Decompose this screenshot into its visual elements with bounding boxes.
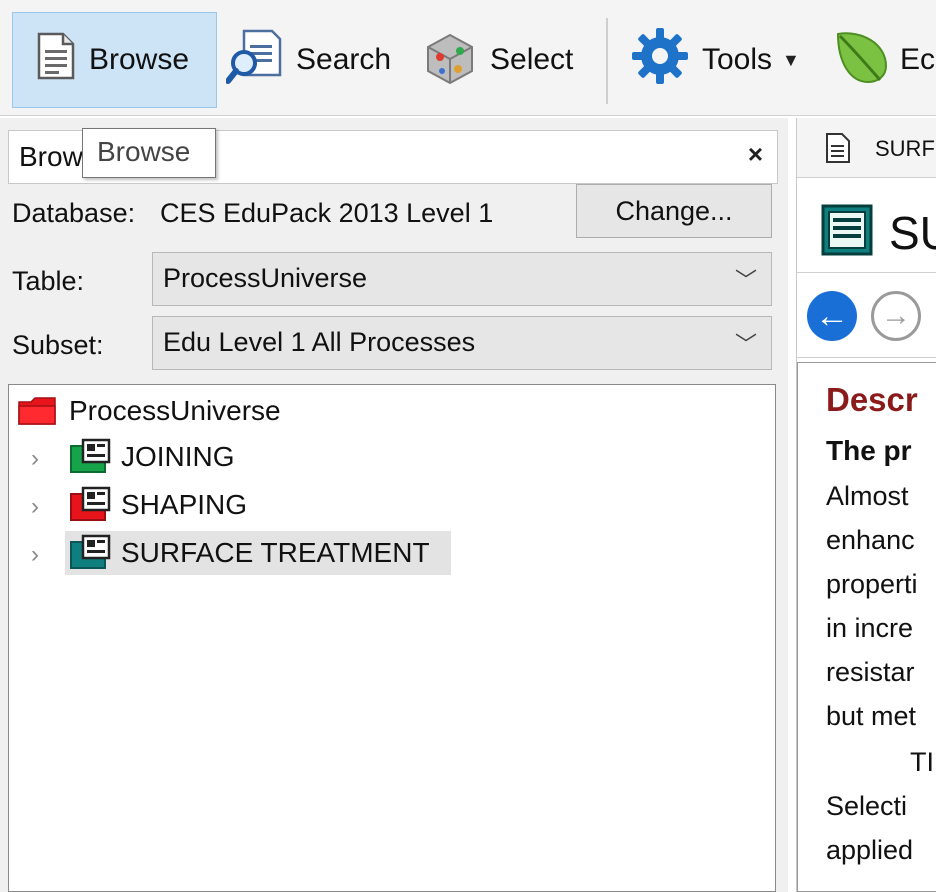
record-sheet-icon: [821, 204, 873, 261]
description-subheading: The pr: [826, 435, 912, 466]
chevron-down-icon: ﹀: [734, 332, 757, 357]
folder-icon: [17, 396, 57, 426]
tools-menu-button[interactable]: Tools ▼: [630, 12, 826, 108]
gear-icon: [630, 26, 690, 94]
expand-arrow-icon[interactable]: ›: [31, 493, 39, 521]
tree-root-processuniverse[interactable]: ProcessUniverse: [17, 389, 281, 433]
subset-select[interactable]: Edu Level 1 All Processes ﹀: [152, 316, 772, 370]
description-line: but met: [826, 701, 917, 731]
close-icon[interactable]: ×: [748, 139, 763, 170]
dropdown-caret-icon: ▼: [782, 49, 800, 70]
record-title: SU: [889, 207, 936, 259]
table-label: Table:: [12, 266, 85, 296]
select-icon: [420, 27, 478, 93]
description-line: Almost: [826, 481, 909, 511]
tree-item-shaping[interactable]: SHAPING: [69, 483, 247, 527]
tree-item-joining[interactable]: JOINING: [69, 435, 235, 479]
description-line: enhanc: [826, 525, 915, 555]
browse-document-icon: [33, 32, 77, 88]
table-select[interactable]: ProcessUniverse ﹀: [152, 252, 772, 306]
datasheet-content: Descr The pr Almost enhanc properti in i…: [797, 362, 936, 892]
browse-label: Browse: [89, 43, 190, 76]
search-icon: [225, 27, 284, 93]
description-line: properti: [826, 569, 918, 599]
eco-label: Ec: [900, 43, 936, 76]
tab-label: SURF: [875, 136, 935, 161]
select-button[interactable]: Select: [420, 12, 590, 108]
tree-item-label: SHAPING: [121, 489, 248, 520]
table-select-value: ProcessUniverse: [163, 263, 368, 293]
leaf-icon: [832, 26, 892, 94]
tree-item-surface-treatment[interactable]: SURFACE TREATMENT: [65, 531, 451, 575]
toolbar-divider: [606, 18, 608, 104]
tree-root-label: ProcessUniverse: [69, 395, 281, 426]
expand-arrow-icon[interactable]: ›: [31, 445, 39, 473]
forward-arrow-icon[interactable]: →: [871, 291, 921, 341]
change-database-button[interactable]: Change...: [576, 184, 772, 238]
navigation-bar: ← →: [797, 272, 936, 358]
select-label: Select: [490, 43, 574, 76]
tree-item-label: JOINING: [121, 441, 235, 472]
document-icon: [825, 132, 851, 169]
browse-tooltip: Browse: [82, 128, 216, 178]
subset-label: Subset:: [12, 330, 104, 360]
description-line: TI: [910, 747, 934, 777]
browse-button[interactable]: Browse: [12, 12, 217, 108]
record-icon: [69, 438, 113, 476]
database-value: CES EduPack 2013 Level 1: [160, 198, 494, 228]
database-label: Database:: [12, 198, 136, 228]
tab-surface-treatment[interactable]: SURF: [797, 118, 936, 178]
search-label: Search: [296, 43, 392, 76]
tree-item-label: SURFACE TREATMENT: [121, 537, 430, 568]
record-icon: [69, 486, 113, 524]
process-tree[interactable]: ProcessUniverse › JOINING › SHAPING › SU…: [8, 384, 776, 892]
description-line: in incre: [826, 613, 914, 643]
tools-label: Tools: [702, 43, 773, 76]
description-line: resistar: [826, 657, 915, 687]
report-panel: SURF SU ← → Descr The pr Almost enhanc p…: [796, 118, 936, 892]
expand-arrow-icon[interactable]: ›: [31, 541, 39, 569]
main-toolbar: Browse Search Select Tools ▼ Ec: [0, 0, 936, 116]
chevron-down-icon: ﹀: [734, 268, 757, 293]
browse-panel-title: Brow: [19, 141, 83, 172]
eco-audit-button[interactable]: Ec: [832, 12, 936, 108]
description-line: applied: [826, 835, 914, 865]
description-heading: Descr: [826, 381, 918, 418]
search-button[interactable]: Search: [225, 12, 396, 108]
description-line: Selecti: [826, 791, 908, 821]
subset-select-value: Edu Level 1 All Processes: [163, 327, 476, 357]
record-icon: [69, 534, 113, 572]
back-arrow-icon[interactable]: ←: [807, 291, 857, 341]
